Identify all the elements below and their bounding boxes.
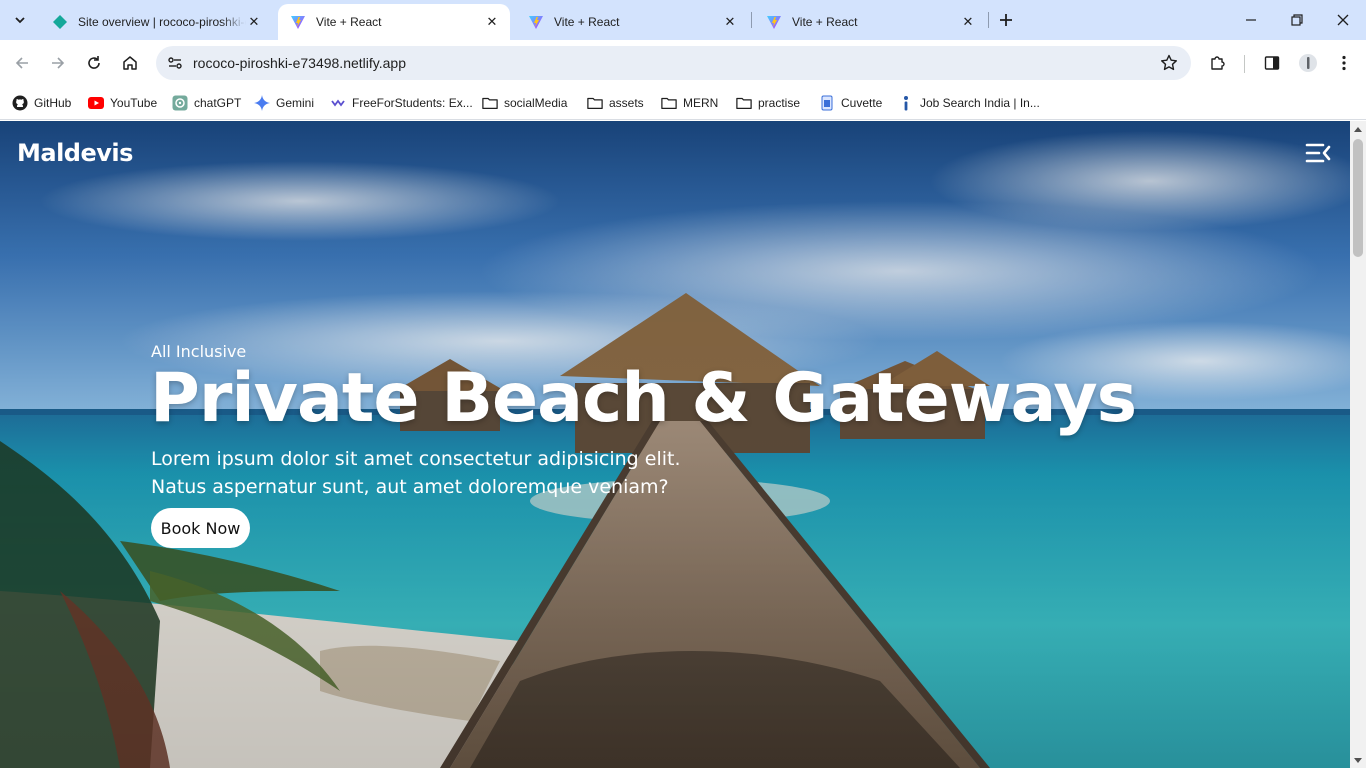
bookmark-label: Gemini (276, 96, 315, 110)
tab-site-overview[interactable]: Site overview | rococo-piroshki-e73498 ✕ (40, 4, 272, 40)
tab-divider (751, 12, 752, 28)
minimize-button[interactable] (1228, 0, 1274, 40)
bookmark-chatgpt[interactable]: chatGPT (172, 91, 241, 115)
bookmark-folder-socialmedia[interactable]: socialMedia (482, 91, 567, 115)
bookmark-label: assets (609, 96, 644, 110)
vite-icon (766, 14, 782, 30)
bookmark-label: practise (758, 96, 801, 110)
folder-icon (736, 95, 752, 111)
tab-title: Vite + React (554, 15, 620, 29)
vite-icon (290, 14, 306, 30)
close-icon[interactable]: ✕ (484, 14, 500, 30)
toolbar-divider (1244, 55, 1245, 73)
arrow-left-icon (15, 57, 28, 69)
minimize-icon (1246, 19, 1256, 21)
folder-icon (587, 95, 603, 111)
avatar-icon (1299, 54, 1317, 72)
plus-icon (1000, 14, 1012, 26)
bookmark-label: YouTube (110, 96, 158, 110)
tab-title: Vite + React (792, 15, 858, 29)
bookmark-folder-mern[interactable]: MERN (661, 91, 718, 115)
bookmark-star-icon[interactable] (1159, 53, 1179, 73)
bookmark-youtube[interactable]: YouTube (88, 91, 157, 115)
vite-icon (528, 14, 544, 30)
home-icon (123, 56, 137, 70)
page-scrollbar[interactable] (1350, 121, 1366, 768)
bookmark-label: Cuvette (841, 96, 883, 110)
scroll-up-arrow-icon[interactable] (1350, 121, 1366, 137)
bookmark-label: GitHub (34, 96, 72, 110)
page-viewport: Maldevis All Inclusive Private Beach & G… (0, 121, 1350, 768)
close-icon[interactable]: ✕ (722, 14, 738, 30)
menu-open-icon[interactable] (1305, 142, 1331, 164)
arrow-right-icon (52, 57, 65, 69)
reload-button[interactable] (80, 49, 108, 77)
tab-title: Site overview | rococo-piroshki-e73498 (78, 15, 246, 29)
tab-vite-react-active[interactable]: Vite + React ✕ (278, 4, 510, 40)
forward-button[interactable] (44, 49, 72, 77)
close-icon[interactable]: ✕ (246, 14, 262, 30)
hero-headline: Private Beach & Gateways (150, 359, 1137, 438)
bookmark-cuvette[interactable]: Cuvette (819, 91, 882, 115)
tab-title: Vite + React (316, 15, 382, 29)
address-bar[interactable]: rococo-piroshki-e73498.netlify.app (156, 46, 1191, 80)
browser-menu-button[interactable] (1332, 51, 1356, 75)
freeforstudents-icon (330, 95, 346, 111)
bookmark-label: MERN (683, 96, 719, 110)
indeed-icon (898, 95, 914, 111)
bookmark-freeforstudents[interactable]: FreeForStudents: Ex... (330, 91, 473, 115)
profile-button[interactable] (1296, 51, 1320, 75)
book-now-button[interactable]: Book Now (151, 508, 250, 548)
close-window-button[interactable] (1320, 0, 1366, 40)
browser-toolbar: rococo-piroshki-e73498.netlify.app (0, 40, 1366, 86)
netlify-icon (52, 14, 68, 30)
url-text[interactable]: rococo-piroshki-e73498.netlify.app (193, 55, 406, 71)
bookmark-label: chatGPT (194, 96, 242, 110)
bookmark-label: socialMedia (504, 96, 568, 110)
tab-vite-react[interactable]: Vite + React ✕ (516, 4, 748, 40)
bookmark-job-search[interactable]: Job Search India | In... (898, 91, 1040, 115)
tab-divider (988, 12, 989, 28)
bookmark-folder-assets[interactable]: assets (587, 91, 644, 115)
bookmark-label: Job Search India | In... (920, 96, 1040, 110)
folder-icon (661, 95, 677, 111)
gemini-icon (254, 95, 270, 111)
reload-icon (88, 56, 100, 69)
chatgpt-icon (172, 95, 188, 111)
puzzle-icon (1211, 56, 1225, 70)
kebab-menu-icon (1342, 55, 1346, 71)
site-settings-icon[interactable] (164, 52, 186, 74)
close-icon[interactable]: ✕ (960, 14, 976, 30)
github-icon (12, 95, 28, 111)
back-button[interactable] (8, 49, 36, 77)
extensions-button[interactable] (1206, 51, 1230, 75)
home-button[interactable] (116, 49, 144, 77)
scrollbar-thumb[interactable] (1353, 139, 1363, 257)
new-tab-button[interactable] (994, 8, 1018, 32)
restore-icon (1291, 14, 1303, 26)
tab-vite-react[interactable]: Vite + React ✕ (754, 4, 986, 40)
bookmark-folder-practise[interactable]: practise (736, 91, 800, 115)
tab-strip: Site overview | rococo-piroshki-e73498 ✕… (0, 0, 1366, 40)
tab-search-button[interactable] (6, 6, 34, 34)
bookmark-label: FreeForStudents: Ex... (352, 96, 473, 110)
youtube-icon (88, 95, 104, 111)
folder-icon (482, 95, 498, 111)
side-panel-icon (1264, 56, 1280, 70)
bookmarks-bar: GitHub YouTube chatGPT Gemini FreeForStu… (0, 86, 1366, 120)
side-panel-button[interactable] (1260, 51, 1284, 75)
bookmark-gemini[interactable]: Gemini (254, 91, 314, 115)
scroll-down-arrow-icon[interactable] (1350, 752, 1366, 768)
hero-description: Lorem ipsum dolor sit amet consectetur a… (151, 448, 681, 498)
cuvette-icon (819, 95, 835, 111)
restore-button[interactable] (1274, 0, 1320, 40)
site-logo[interactable]: Maldevis (17, 139, 133, 167)
close-icon (1337, 14, 1349, 26)
bookmark-github[interactable]: GitHub (12, 91, 71, 115)
chevron-down-icon (15, 17, 25, 24)
